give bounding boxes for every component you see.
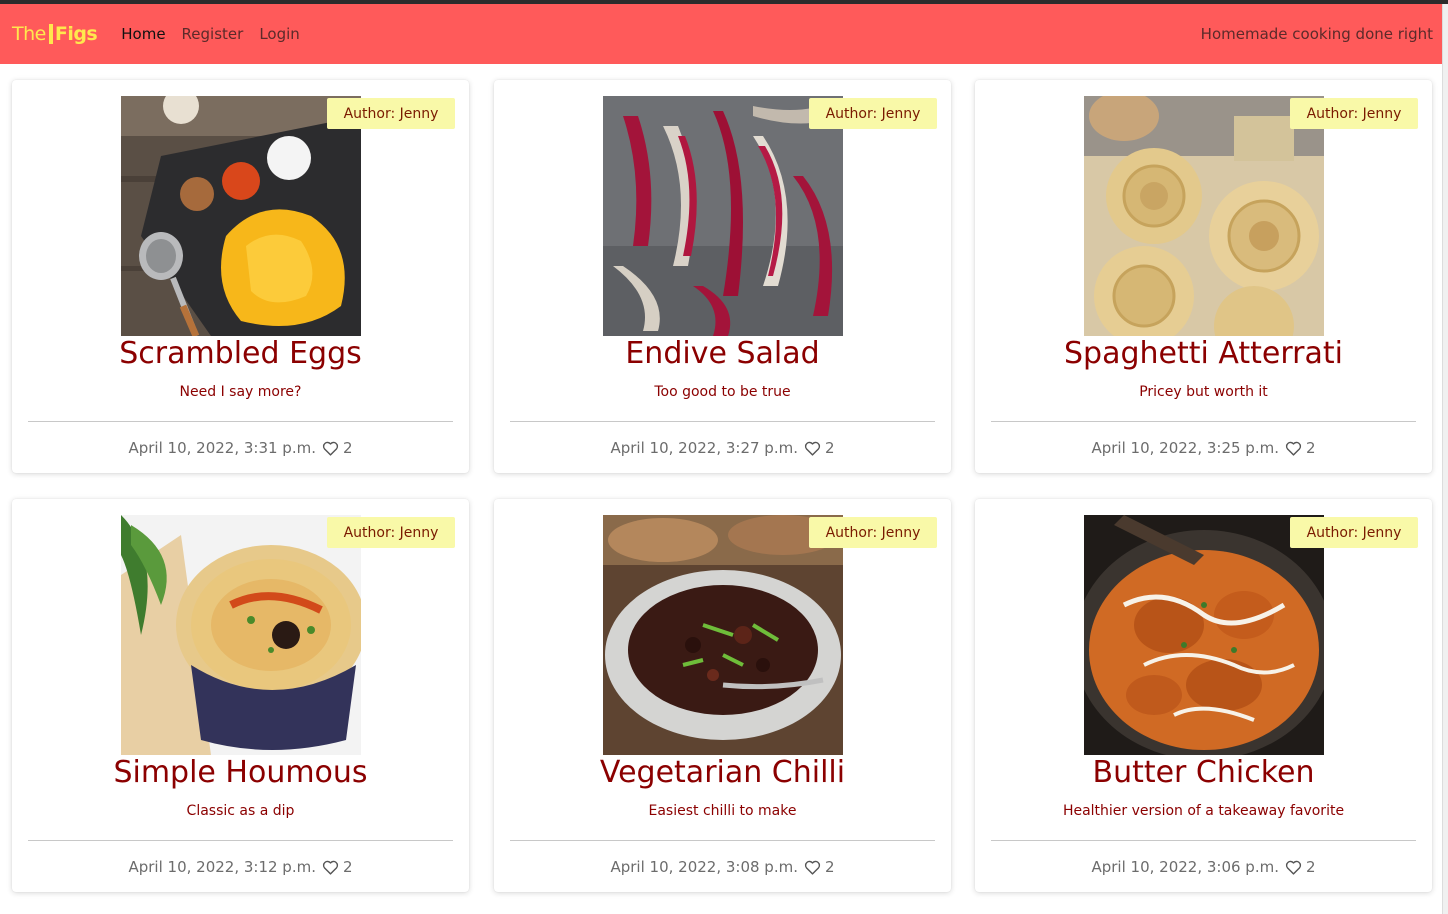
spaghetti-photo[interactable]	[1084, 96, 1324, 336]
author-badge: Author: Jenny	[327, 98, 455, 129]
recipe-title[interactable]: Vegetarian Chilli	[494, 751, 951, 795]
heart-icon[interactable]	[322, 440, 339, 457]
scrollbar[interactable]	[1442, 4, 1448, 914]
like-count: 2	[824, 858, 835, 876]
brand-the: The	[12, 23, 46, 45]
author-badge: Author: Jenny	[327, 517, 455, 548]
heart-icon[interactable]	[804, 859, 821, 876]
card-divider	[991, 421, 1416, 422]
chilli-photo[interactable]	[603, 515, 843, 755]
like-count: 2	[824, 439, 835, 457]
nav-links: Home Register Login	[121, 25, 300, 43]
recipe-date: April 10, 2022, 3:31 p.m.	[128, 439, 316, 457]
recipe-card[interactable]: Author: Jenny Simple Houmous Classic as …	[12, 499, 469, 892]
recipe-card[interactable]: Author: Jenny Spaghetti Atterrati Pricey…	[975, 80, 1432, 473]
card-footer: April 10, 2022, 3:08 p.m. 2	[494, 855, 951, 879]
like-count: 2	[342, 439, 353, 457]
recipe-title[interactable]: Endive Salad	[494, 332, 951, 376]
recipe-description: Easiest chilli to make	[648, 803, 797, 819]
card-divider	[991, 840, 1416, 841]
heart-icon[interactable]	[322, 859, 339, 876]
heart-icon[interactable]	[1285, 859, 1302, 876]
recipe-description: Pricey but worth it	[1139, 384, 1268, 400]
recipe-date: April 10, 2022, 3:06 p.m.	[1091, 858, 1279, 876]
endive-salad-photo[interactable]	[603, 96, 843, 336]
recipe-description: Too good to be true	[654, 384, 791, 400]
recipe-date: April 10, 2022, 3:08 p.m.	[610, 858, 798, 876]
tagline: Homemade cooking done right	[1200, 25, 1433, 43]
recipe-description: Classic as a dip	[186, 803, 295, 819]
card-footer: April 10, 2022, 3:06 p.m. 2	[975, 855, 1432, 879]
recipe-description: Need I say more?	[179, 384, 302, 400]
recipe-title[interactable]: Spaghetti Atterrati	[975, 332, 1432, 376]
author-badge: Author: Jenny	[1290, 517, 1418, 548]
author-badge: Author: Jenny	[1290, 98, 1418, 129]
recipe-card[interactable]: Author: Jenny Scrambled Eggs Need I say …	[12, 80, 469, 473]
scrambled-eggs-photo[interactable]	[121, 96, 361, 336]
card-divider	[510, 840, 935, 841]
brand-figs: Figs	[54, 23, 98, 45]
heart-icon[interactable]	[1285, 440, 1302, 457]
card-footer: April 10, 2022, 3:12 p.m. 2	[12, 855, 469, 879]
heart-icon[interactable]	[804, 440, 821, 457]
brand-logo[interactable]: The Figs	[12, 23, 98, 45]
nav-home-link[interactable]: Home	[121, 25, 165, 43]
brand-bar-icon	[48, 24, 53, 44]
houmous-photo[interactable]	[121, 515, 361, 755]
recipe-title[interactable]: Simple Houmous	[12, 751, 469, 795]
card-divider	[28, 840, 453, 841]
card-footer: April 10, 2022, 3:31 p.m. 2	[12, 436, 469, 460]
recipe-card[interactable]: Author: Jenny Butter Chicken Healthier v…	[975, 499, 1432, 892]
recipe-title[interactable]: Scrambled Eggs	[12, 332, 469, 376]
like-count: 2	[342, 858, 353, 876]
like-count: 2	[1305, 858, 1316, 876]
butter-chicken-photo[interactable]	[1084, 515, 1324, 755]
recipe-title[interactable]: Butter Chicken	[975, 751, 1432, 795]
author-badge: Author: Jenny	[809, 98, 937, 129]
recipe-card[interactable]: Author: Jenny Vegetarian Chilli Easiest …	[494, 499, 951, 892]
card-footer: April 10, 2022, 3:27 p.m. 2	[494, 436, 951, 460]
like-count: 2	[1305, 439, 1316, 457]
recipe-card[interactable]: Author: Jenny Endive Salad Too good to b…	[494, 80, 951, 473]
author-badge: Author: Jenny	[809, 517, 937, 548]
recipe-date: April 10, 2022, 3:25 p.m.	[1091, 439, 1279, 457]
card-divider	[510, 421, 935, 422]
card-divider	[28, 421, 453, 422]
recipe-date: April 10, 2022, 3:12 p.m.	[128, 858, 316, 876]
nav-register-link[interactable]: Register	[182, 25, 244, 43]
navbar: The Figs Home Register Login Homemade co…	[0, 4, 1442, 64]
nav-login-link[interactable]: Login	[259, 25, 299, 43]
recipe-date: April 10, 2022, 3:27 p.m.	[610, 439, 798, 457]
recipe-description: Healthier version of a takeaway favorite	[1062, 803, 1345, 819]
card-footer: April 10, 2022, 3:25 p.m. 2	[975, 436, 1432, 460]
